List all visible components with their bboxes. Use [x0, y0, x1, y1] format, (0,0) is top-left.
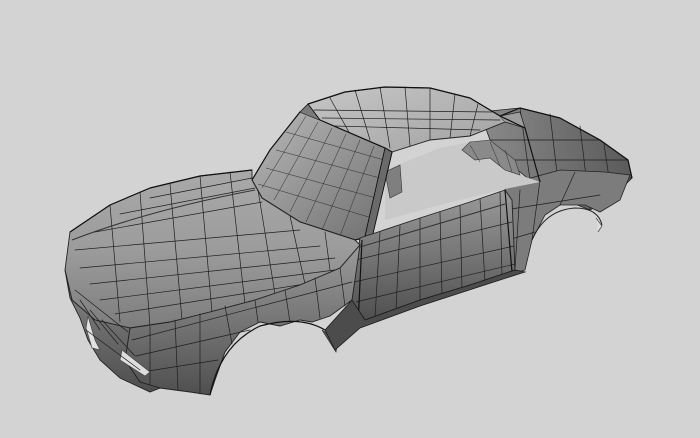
rear-quarter-panel: [499, 169, 631, 279]
3d-viewport[interactable]: [0, 0, 700, 438]
car-model-render: [64, 86, 633, 396]
